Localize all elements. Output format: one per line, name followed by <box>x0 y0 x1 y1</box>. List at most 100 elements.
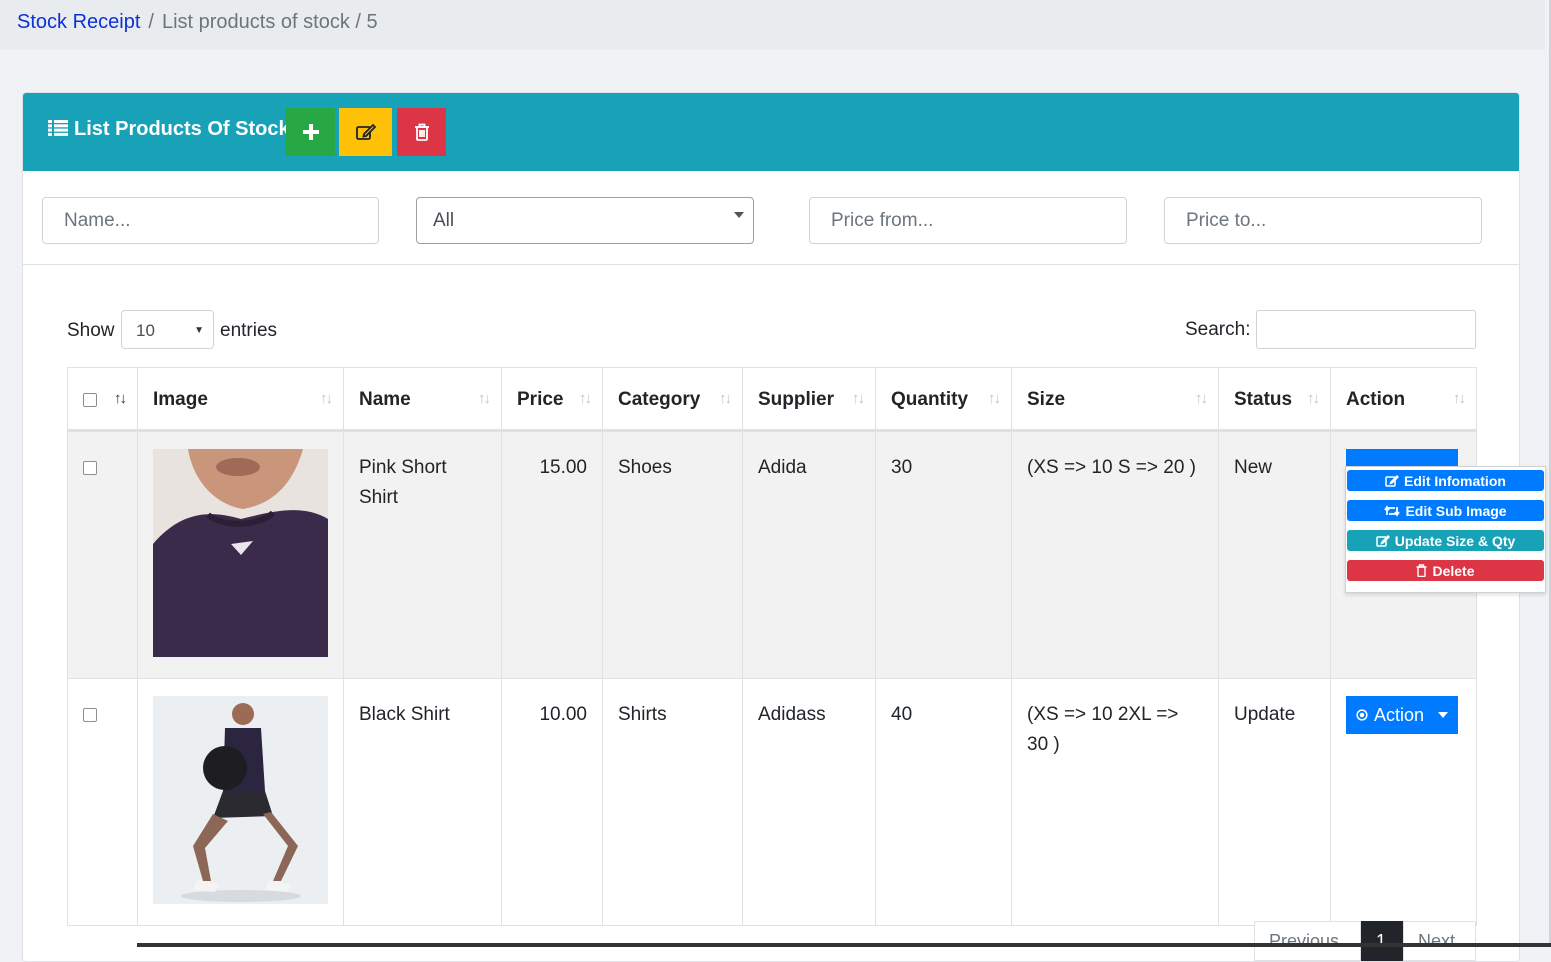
pagination-previous[interactable]: Previous <box>1254 921 1361 961</box>
category-cell: Shirts <box>602 678 743 926</box>
pagination-page-current[interactable]: 1 <box>1361 921 1403 961</box>
column-label: Supplier <box>758 389 835 410</box>
column-header-image[interactable]: Image ↑↓ <box>137 367 344 432</box>
edit-information-item[interactable]: Edit Infomation <box>1347 470 1544 491</box>
sort-icon[interactable]: ↑↓ <box>852 390 865 407</box>
column-label: Name <box>359 389 411 410</box>
supplier-cell: Adida <box>742 430 876 679</box>
status-cell: New <box>1218 430 1331 679</box>
category-filter-select[interactable]: All <box>416 197 754 244</box>
price-from-placeholder: Price from... <box>831 210 934 231</box>
card-title-text: List Products Of Stock <box>74 118 290 140</box>
edit-icon <box>1375 534 1390 547</box>
update-size-qty-label: Update Size & Qty <box>1394 532 1516 549</box>
entries-length-value: 10 <box>136 321 155 340</box>
select-all-checkbox[interactable] <box>83 393 97 407</box>
column-label: Category <box>618 389 701 410</box>
products-card: List Products Of Stock Name... All Price… <box>22 92 1520 962</box>
sort-icon[interactable]: ↑↓ <box>1195 390 1208 407</box>
column-header-action[interactable]: Action ↑↓ <box>1330 367 1477 432</box>
pagination-next[interactable]: Next <box>1403 921 1476 961</box>
column-label: Size <box>1027 389 1066 410</box>
delete-item[interactable]: Delete <box>1347 560 1544 581</box>
delete-stock-button[interactable] <box>397 108 446 156</box>
row-checkbox[interactable] <box>83 708 97 722</box>
column-header-supplier[interactable]: Supplier ↑↓ <box>742 367 876 432</box>
pagination: Previous 1 Next <box>1254 921 1476 961</box>
edit-stock-button[interactable] <box>339 108 392 156</box>
entries-length-select[interactable]: 10 ▼ <box>121 310 214 349</box>
delete-label: Delete <box>1432 562 1475 579</box>
table-header-row: ↑↓ Image ↑↓ Name ↑↓ Price ↑↓ Category ↑↓ Sup… <box>67 367 1477 432</box>
name-cell: Pink Short Shirt <box>343 430 502 679</box>
plus-icon <box>302 124 319 140</box>
edit-sub-image-label: Edit Sub Image <box>1405 502 1507 519</box>
price-to-placeholder: Price to... <box>1186 210 1267 231</box>
column-label: Status <box>1234 389 1293 410</box>
card-title: List Products Of Stock <box>48 118 290 141</box>
edit-icon <box>1385 474 1400 487</box>
price-to-input[interactable]: Price to... <box>1164 197 1482 244</box>
category-filter-value: All <box>433 210 455 231</box>
price-cell: 15.00 <box>501 430 603 679</box>
sort-icon[interactable]: ↑↓ <box>1453 390 1466 407</box>
size-cell: (XS => 10 2XL => 30 ) <box>1011 678 1219 926</box>
column-header-size[interactable]: Size ↑↓ <box>1011 367 1219 432</box>
image-cell <box>137 678 344 926</box>
sort-icon[interactable]: ↑↓ <box>478 390 491 407</box>
retweet-icon <box>1384 504 1401 517</box>
select-all-header[interactable]: ↑↓ <box>67 367 138 432</box>
sort-icon[interactable]: ↑↓ <box>320 390 333 407</box>
product-image <box>153 696 328 904</box>
sort-icon[interactable]: ↑↓ <box>1307 390 1320 407</box>
action-dropdown-menu: Edit Infomation Edit Sub Image Update Si… <box>1345 466 1546 593</box>
breadcrumb-link-stock-receipt[interactable]: Stock Receipt <box>17 11 140 33</box>
sort-icon[interactable]: ↑↓ <box>988 390 1001 407</box>
column-header-status[interactable]: Status ↑↓ <box>1218 367 1331 432</box>
name-cell: Black Shirt <box>343 678 502 926</box>
dot-circle-icon <box>1356 709 1368 721</box>
column-header-price[interactable]: Price ↑↓ <box>501 367 603 432</box>
row-select-cell <box>67 430 138 679</box>
edit-icon <box>355 123 376 140</box>
name-filter-placeholder: Name... <box>64 210 131 231</box>
bottom-bar <box>137 943 1551 947</box>
image-cell <box>137 430 344 679</box>
dropdown-arrow-icon: ▼ <box>194 325 204 336</box>
product-image <box>153 449 328 657</box>
column-label: Image <box>153 389 208 410</box>
action-cell: Action <box>1330 678 1477 926</box>
card-header: List Products Of Stock <box>23 93 1519 171</box>
column-header-quantity[interactable]: Quantity ↑↓ <box>875 367 1012 432</box>
products-table: ↑↓ Image ↑↓ Name ↑↓ Price ↑↓ Category ↑↓ Sup… <box>67 367 1477 926</box>
name-filter-input[interactable]: Name... <box>42 197 379 244</box>
status-cell: Update <box>1218 678 1331 926</box>
price-from-input[interactable]: Price from... <box>809 197 1127 244</box>
sort-icon[interactable]: ↑↓ <box>719 390 732 407</box>
caret-down-icon <box>1438 712 1448 718</box>
action-dropdown-button[interactable]: Action <box>1346 696 1458 734</box>
row-checkbox[interactable] <box>83 461 97 475</box>
sort-icon[interactable]: ↑↓ <box>579 390 592 407</box>
chevron-down-icon <box>734 212 744 218</box>
supplier-cell: Adidass <box>742 678 876 926</box>
table-row: Black Shirt 10.00 Shirts Adidass 40 (XS … <box>67 678 1477 926</box>
add-product-button[interactable] <box>286 108 335 156</box>
price-cell: 10.00 <box>501 678 603 926</box>
edit-information-label: Edit Infomation <box>1404 472 1506 489</box>
quantity-cell: 40 <box>875 678 1012 926</box>
table-row: Pink Short Shirt 15.00 Shoes Adida 30 (X… <box>67 430 1477 679</box>
update-size-qty-item[interactable]: Update Size & Qty <box>1347 530 1544 551</box>
column-header-category[interactable]: Category ↑↓ <box>602 367 743 432</box>
table-search-input[interactable] <box>1256 310 1476 349</box>
column-header-name[interactable]: Name ↑↓ <box>343 367 502 432</box>
quantity-cell: 30 <box>875 430 1012 679</box>
trash-icon <box>414 123 429 141</box>
breadcrumb-separator: / <box>148 11 154 33</box>
trash-icon <box>1416 564 1427 577</box>
sort-icon[interactable]: ↑↓ <box>114 390 127 407</box>
edit-sub-image-item[interactable]: Edit Sub Image <box>1347 500 1544 521</box>
size-cell: (XS => 10 S => 20 ) <box>1011 430 1219 679</box>
list-icon <box>48 120 68 136</box>
search-label: Search: <box>1185 319 1251 340</box>
